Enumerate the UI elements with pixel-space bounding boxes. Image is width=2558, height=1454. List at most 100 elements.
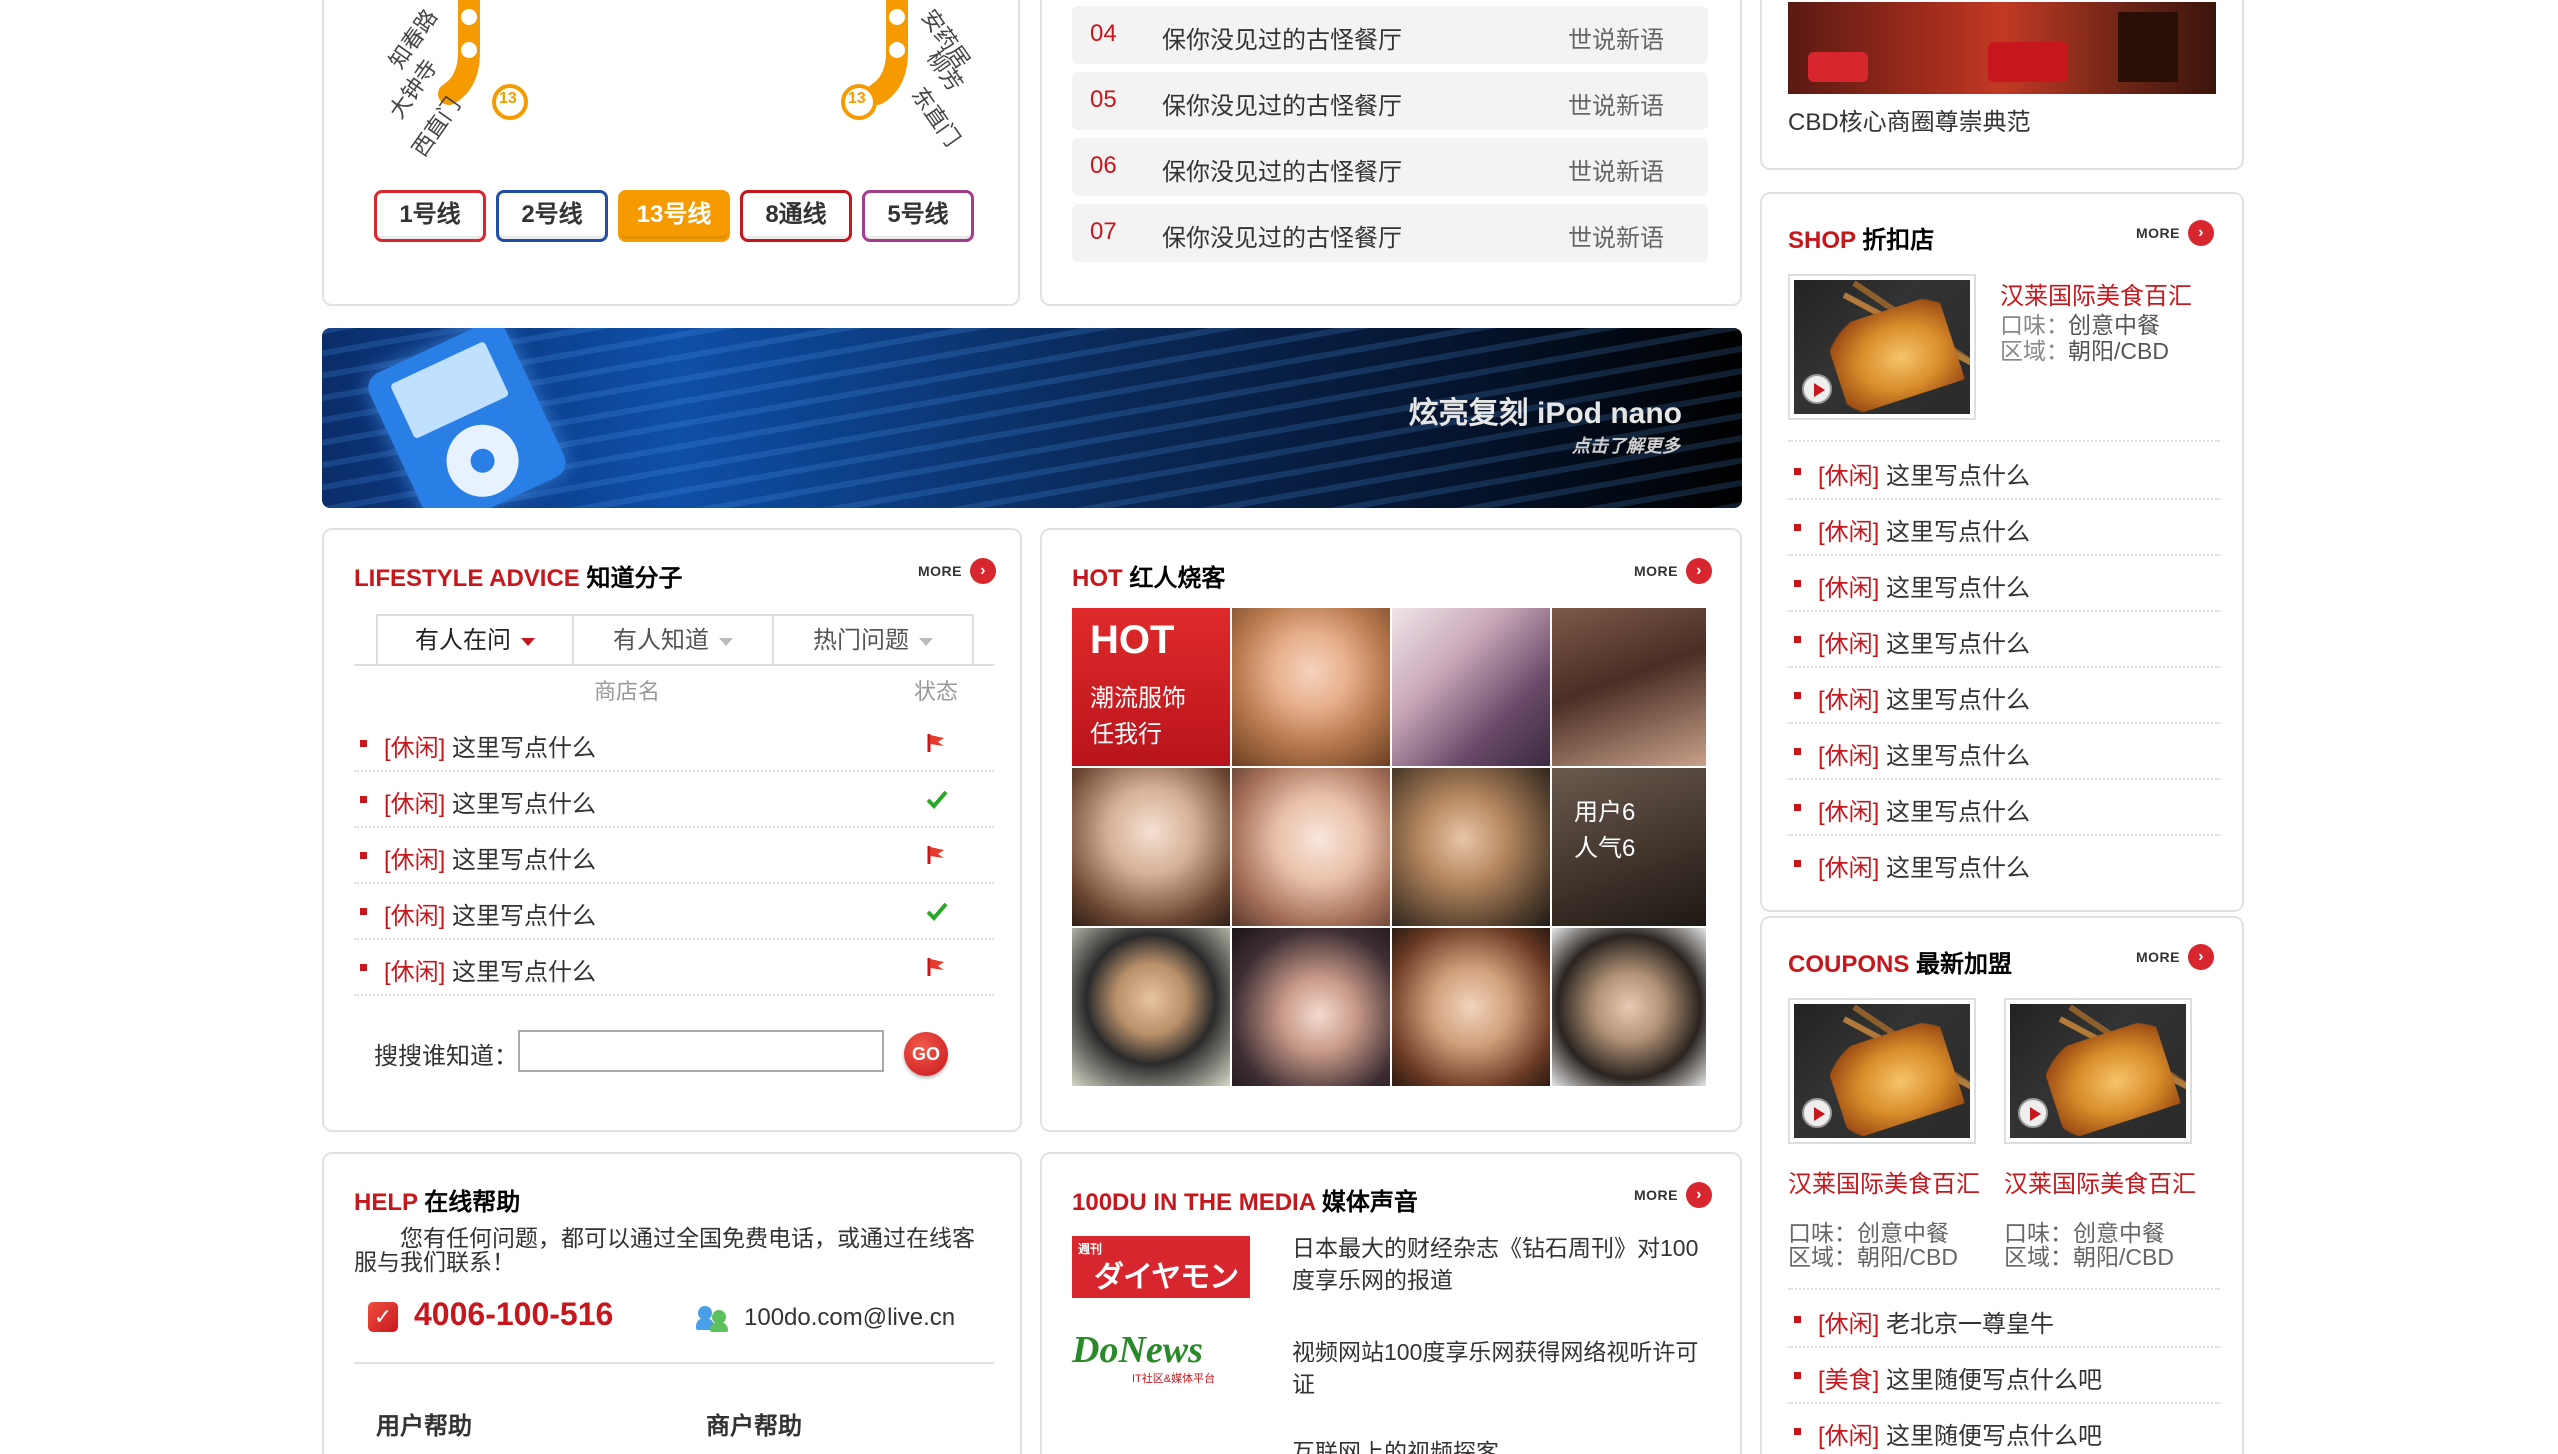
- line-5-button[interactable]: 5号线: [862, 190, 974, 242]
- caret-down-icon: [919, 637, 933, 646]
- chevron-right-icon: ›: [2188, 220, 2214, 246]
- user-photo[interactable]: [1392, 928, 1550, 1086]
- list-item[interactable]: [休闲] 这里随便写点什么吧: [1788, 1404, 2220, 1454]
- cbd-panel: CBD核心商圈尊崇典范: [1760, 0, 2244, 170]
- list-item[interactable]: [休闲] 这里写点什么: [354, 940, 994, 996]
- help-panel: HELP 在线帮助 您有任何问题，都可以通过全国免费电话，或通过在线客服与我们联…: [322, 1152, 1022, 1454]
- coupons-panel: COUPONS 最新加盟 MORE › 汉莱国际美食百汇 汉莱国际美食百汇 口味：…: [1760, 916, 2244, 1454]
- coupon-name[interactable]: 汉莱国际美食百汇: [1788, 1164, 1980, 1199]
- check-icon: [926, 790, 948, 809]
- user-photo[interactable]: [1072, 928, 1230, 1086]
- list-item[interactable]: [休闲] 这里写点什么: [354, 828, 994, 884]
- caret-down-icon: [521, 637, 535, 646]
- cbd-image[interactable]: [1788, 2, 2216, 94]
- list-item[interactable]: [休闲] 这里写点什么: [1788, 556, 2220, 612]
- ranking-row[interactable]: 07 保你没见过的古怪餐厅 世说新语: [1072, 204, 1708, 262]
- hot-more-link[interactable]: MORE ›: [1634, 558, 1712, 584]
- user-photo[interactable]: [1552, 928, 1706, 1086]
- media-title: 100DU IN THE MEDIA 媒体声音: [1072, 1189, 1418, 1216]
- line-13-button[interactable]: 13号线: [618, 190, 730, 242]
- lifestyle-panel: LIFESTYLE ADVICE 知道分子 MORE › 有人在问 有人知道 热门…: [322, 528, 1022, 1132]
- shop-more-link[interactable]: MORE ›: [2136, 220, 2214, 246]
- coupons-more-link[interactable]: MORE ›: [2136, 944, 2214, 970]
- list-item[interactable]: [美食] 这里随便写点什么吧: [1788, 1348, 2220, 1404]
- ranking-row[interactable]: 06 保你没见过的古怪餐厅 世说新语: [1072, 138, 1708, 196]
- shop-featured-image[interactable]: [1788, 274, 1976, 420]
- list-item[interactable]: [休闲] 这里写点什么: [354, 716, 994, 772]
- list-item[interactable]: [休闲] 这里写点什么: [354, 772, 994, 828]
- list-item[interactable]: [休闲] 这里写点什么: [1788, 668, 2220, 724]
- cbd-caption[interactable]: CBD核心商圈尊崇典范: [1788, 102, 2031, 137]
- chevron-right-icon: ›: [970, 558, 996, 584]
- check-icon: [926, 902, 948, 921]
- line-1-button[interactable]: 1号线: [374, 190, 486, 242]
- shop-area-label: 区域：: [2000, 338, 2069, 364]
- media-item-text[interactable]: 互联网上的视频探客: [1292, 1436, 1712, 1454]
- ipod-banner[interactable]: 炫亮复刻 iPod nano 点击了解更多: [322, 328, 1742, 508]
- line-badge: 13: [848, 90, 866, 107]
- hot-title: HOT 红人烧客: [1072, 565, 1226, 592]
- user-photo[interactable]: [1232, 928, 1390, 1086]
- play-icon: [1802, 374, 1832, 404]
- merchant-help-link[interactable]: 商户帮助: [706, 1406, 802, 1441]
- list-item[interactable]: [休闲] 这里写点什么: [1788, 612, 2220, 668]
- user-photo[interactable]: [1392, 608, 1550, 766]
- coupon-image[interactable]: [2004, 998, 2192, 1144]
- media-item-text[interactable]: 视频网站100度享乐网获得网络视听许可证: [1292, 1336, 1712, 1400]
- list-item[interactable]: [休闲] 这里写点什么: [1788, 724, 2220, 780]
- user-photo[interactable]: [1072, 768, 1230, 926]
- list-item[interactable]: [休闲] 这里写点什么: [1788, 780, 2220, 836]
- chevron-right-icon: ›: [1686, 558, 1712, 584]
- play-icon: [1802, 1098, 1832, 1128]
- go-button[interactable]: GO: [904, 1032, 948, 1076]
- user-info-tile[interactable]: 用户6 人气6: [1552, 768, 1706, 926]
- shop-title: SHOP 折扣店: [1788, 227, 1935, 254]
- subway-panel: 知春路 大钟寺 西直门 13 13 安药居 柳芳 东直门 1号线 2号线 13号…: [322, 0, 1020, 306]
- shop-panel: SHOP 折扣店 MORE › 汉莱国际美食百汇 口味： 创意中餐 区域： 朝阳/…: [1760, 192, 2244, 912]
- ranking-row[interactable]: 05 保你没见过的古怪餐厅 世说新语: [1072, 72, 1708, 130]
- list-item[interactable]: [休闲] 这里写点什么: [354, 884, 994, 940]
- coupon-area: 区域：朝阳/CBD: [2004, 1244, 2174, 1270]
- diamond-logo[interactable]: 週刊 ダイヤモンド: [1072, 1236, 1250, 1298]
- chevron-right-icon: ›: [1686, 1182, 1712, 1208]
- ranking-row[interactable]: 04 保你没见过的古怪餐厅 世说新语: [1072, 6, 1708, 64]
- help-description: 您有任何问题，都可以通过全国免费电话，或通过在线客服与我们联系！: [354, 1225, 975, 1275]
- help-email[interactable]: 100do.com@live.cn: [744, 1304, 955, 1332]
- lifestyle-more-link[interactable]: MORE ›: [918, 558, 996, 584]
- media-more-link[interactable]: MORE ›: [1634, 1182, 1712, 1208]
- user-photo[interactable]: [1552, 608, 1706, 766]
- list-item[interactable]: [休闲] 这里写点什么: [1788, 836, 2220, 892]
- user-photo[interactable]: [1392, 768, 1550, 926]
- flag-icon: [927, 846, 944, 864]
- coupon-image[interactable]: [1788, 998, 1976, 1144]
- donews-logo[interactable]: DoNews IT社区&媒体平台: [1072, 1329, 1252, 1392]
- phone-icon: ✓: [368, 1302, 398, 1332]
- user-photo[interactable]: [1232, 608, 1390, 766]
- line-8-button[interactable]: 8通线: [740, 190, 852, 242]
- help-phone[interactable]: 4006-100-516: [414, 1296, 613, 1333]
- list-item[interactable]: [休闲] 这里写点什么: [1788, 500, 2220, 556]
- line-badge: 13: [499, 90, 517, 107]
- chevron-right-icon: ›: [2188, 944, 2214, 970]
- media-panel: 100DU IN THE MEDIA 媒体声音 MORE› 週刊 ダイヤモンド …: [1040, 1152, 1742, 1454]
- banner-subtitle: 点击了解更多: [1572, 436, 1680, 456]
- coupon-name[interactable]: 汉莱国际美食百汇: [2004, 1164, 2196, 1199]
- list-item[interactable]: [休闲] 老北京一尊皇牛: [1788, 1292, 2220, 1348]
- tab-asking[interactable]: 有人在问: [376, 614, 574, 666]
- search-input[interactable]: [518, 1030, 884, 1072]
- list-item[interactable]: [休闲] 这里写点什么: [1788, 444, 2220, 500]
- flag-icon: [927, 958, 944, 976]
- user-help-link[interactable]: 用户帮助: [376, 1406, 472, 1441]
- tab-knowing[interactable]: 有人知道: [574, 614, 774, 666]
- shop-area-value: 朝阳/CBD: [2068, 338, 2169, 364]
- lifestyle-title: LIFESTYLE ADVICE 知道分子: [354, 565, 683, 592]
- flag-icon: [927, 734, 944, 752]
- help-title: HELP 在线帮助: [354, 1189, 521, 1216]
- user-photo[interactable]: [1232, 768, 1390, 926]
- hot-promo-tile[interactable]: HOT 潮流服饰 任我行: [1072, 608, 1230, 766]
- tab-hot-questions[interactable]: 热门问题: [774, 614, 974, 666]
- media-item-text[interactable]: 日本最大的财经杂志《钻石周刊》对100度享乐网的报道: [1292, 1232, 1712, 1296]
- line-2-button[interactable]: 2号线: [496, 190, 608, 242]
- coupon-area: 区域：朝阳/CBD: [1788, 1244, 1958, 1270]
- column-header-name: 商店名: [594, 679, 661, 704]
